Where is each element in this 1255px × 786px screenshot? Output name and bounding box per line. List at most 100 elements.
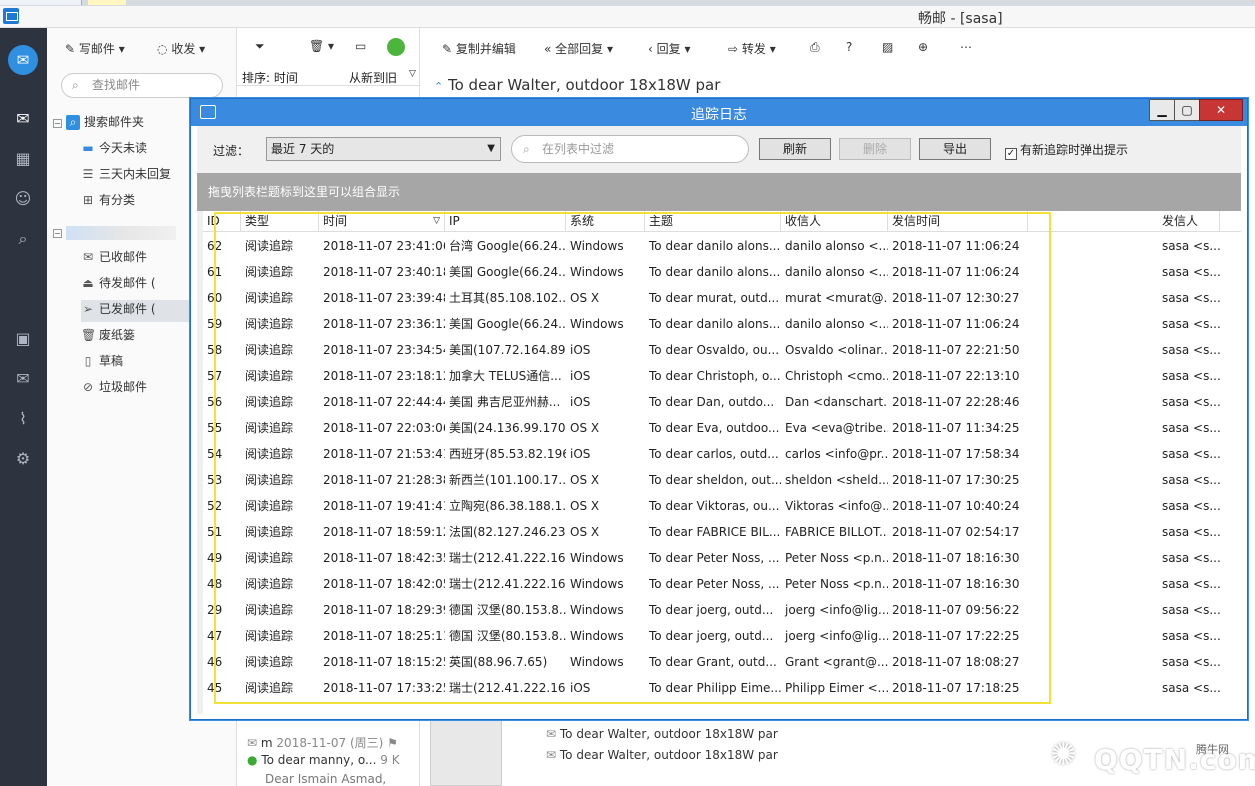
list-filter-input[interactable]: ⌕ 在列表中过滤 [511,135,749,163]
edit-doc-icon: ✎ [442,42,453,56]
collapse-chevron-icon[interactable]: ⌃ [434,80,443,93]
group-by-area[interactable]: 拖曳列表栏题标到这里可以组合显示 [197,173,1241,211]
thread-item[interactable]: ✉ To dear Walter, outdoor 18x18W par [546,727,778,741]
thread-item[interactable]: ✉ To dear Walter, outdoor 18x18W par [546,748,778,762]
compose-icon: ✎ [65,42,76,56]
table-row[interactable]: 61 阅读追踪 2018-11-07 23:40:18 美国 Google(66.24… [203,259,1241,285]
table-row[interactable]: 51 阅读追踪 2018-11-07 18:59:12 法国(82.127.246.2… [203,519,1241,545]
more-icon[interactable]: ⋯ [960,40,972,54]
reply-all-button[interactable]: « 全部回复 ▾ [544,40,613,57]
search-icon[interactable]: ⌕ [12,228,34,250]
table-row[interactable]: 55 阅读追踪 2018-11-07 22:03:06 美国(24.136.99.17… [203,415,1241,441]
mail-filter-icon[interactable]: ✉ [12,368,34,390]
mail-search-input[interactable]: ⌕ 查找邮件 [61,73,223,98]
sort-bar: 排序: 时间 从新到旧 ▽ [237,66,420,86]
header-col-system[interactable]: 系统 [566,211,645,232]
collapse-icon[interactable]: − [53,119,62,128]
table-row[interactable]: 57 阅读追踪 2018-11-07 23:18:12 加拿大 TELUS通信... i… [203,363,1241,389]
col-time: 2018-11-07 19:41:41 [323,499,445,513]
image-icon[interactable]: ▨ [882,40,893,54]
attachment-icon[interactable]: ⌇ [12,408,34,430]
folder-categorized[interactable]: ⊞ 有分类 [81,191,135,213]
search-folder-node[interactable]: − ⌕ 搜索邮件夹 [53,113,144,135]
header-col-id[interactable]: ID [203,211,241,232]
browser-tab-active[interactable] [88,0,126,5]
delete-trash-icon[interactable]: 🗑 ▾ [309,39,334,53]
table-row[interactable]: 56 阅读追踪 2018-11-07 22:44:44 美国 弗吉尼亚州赫... iOS… [203,389,1241,415]
checkbox-checked-icon[interactable]: ✓ [1005,148,1017,160]
folder-unreplied[interactable]: ☰ 三天内未回复 [81,165,171,187]
header-col-sent-time[interactable]: 发信时间 [888,211,1028,232]
compose-button[interactable]: ✎ 写邮件 ▾ [65,40,125,57]
settings-gear-icon[interactable]: ⚙ [12,448,34,470]
sort-order[interactable]: 从新到旧 [349,69,397,86]
table-row[interactable]: 59 阅读追踪 2018-11-07 23:36:12 美国 Google(66.24… [203,311,1241,337]
chat-icon[interactable]: ▭ [355,39,366,53]
send-receive-button[interactable]: ◌ 收发 ▾ [157,40,205,57]
table-row[interactable]: 53 阅读追踪 2018-11-07 21:28:38 新西兰(101.100.17.… [203,467,1241,493]
flag-icon[interactable]: ⚑ [387,736,398,750]
header-col-ip[interactable]: IP [445,211,566,232]
col-sender: sasa <s... [1162,577,1220,591]
help-icon[interactable]: ? [846,40,852,54]
zoom-icon[interactable]: ⊕ [918,40,928,54]
table-row[interactable]: 46 阅读追踪 2018-11-07 18:15:25 英国(88.96.7.65) W… [203,649,1241,675]
dialog-titlebar[interactable]: 追踪日志 ▁ ▢ ✕ [191,99,1247,126]
list-item-subject[interactable]: ● To dear manny, o... 9 K [247,753,400,767]
table-row[interactable]: 52 阅读追踪 2018-11-07 19:41:41 立陶宛(86.38.188.1… [203,493,1241,519]
minimize-button[interactable]: ▁ [1149,99,1175,121]
app-logo-icon[interactable]: ✉ [8,45,38,75]
calendar-icon[interactable]: ▦ [12,148,34,170]
col-recipient: Dan <danschart... [785,395,888,409]
account-node[interactable]: − [53,225,176,247]
table-row[interactable]: 58 阅读追踪 2018-11-07 23:34:54 美国(107.72.164.8… [203,337,1241,363]
contacts-icon[interactable]: ☺ [12,188,34,210]
sort-desc-icon[interactable]: ▽ [433,211,440,232]
table-row[interactable]: 45 阅读追踪 2018-11-07 17:33:25 瑞士(212.41.222.1… [203,675,1241,701]
table-row[interactable]: 29 阅读追踪 2018-11-07 18:29:39 德国 汉堡(80.153.8.… [203,597,1241,623]
export-button[interactable]: 导出 [919,138,991,160]
col-recipient: danilo alonso <... [785,317,888,331]
folder-today-unread[interactable]: ▬ 今天未读 [81,139,147,161]
notify-checkbox[interactable]: ✓ 有新追踪时弹出提示 [1005,141,1128,160]
table-row[interactable]: 54 阅读追踪 2018-11-07 21:53:41 西班牙(85.53.82.19… [203,441,1241,467]
list-item-sender[interactable]: ✉ m 2018-11-07 (周三) ⚑ [247,734,398,751]
browser-tab[interactable] [0,0,82,5]
table-row[interactable]: 47 阅读追踪 2018-11-07 18:25:11 德国 汉堡(80.153.8.… [203,623,1241,649]
table-row[interactable]: 60 阅读追踪 2018-11-07 23:39:48 土耳其(85.108.102.… [203,285,1241,311]
header-col-time[interactable]: 时间 ▽ [319,211,445,232]
forward-button[interactable]: ⇨ 转发 ▾ [728,40,776,57]
folder-inbox[interactable]: ✉ 已收邮件 [81,248,147,270]
filter-icon[interactable]: ⏷ [255,39,265,54]
header-col-sender[interactable]: 发信人 [1158,211,1220,232]
table-row[interactable]: 62 阅读追踪 2018-11-07 23:41:06 台湾 Google(66.24… [203,233,1241,259]
close-button[interactable]: ✕ [1199,99,1243,121]
status-online-icon[interactable] [387,38,405,56]
mail-icon[interactable]: ✉ [12,108,34,130]
folder-trash[interactable]: 🗑 废纸篓 [81,326,135,348]
sort-field[interactable]: 排序: 时间 [242,69,298,86]
header-col-recipient[interactable]: 收信人 [781,211,888,232]
header-col-subject[interactable]: 主题 [645,211,781,232]
header-col-type[interactable]: 类型 [241,211,319,232]
table-row[interactable]: 48 阅读追踪 2018-11-07 18:42:05 瑞士(212.41.222.1… [203,571,1241,597]
folder-drafts[interactable]: ▯ 草稿 [81,352,123,374]
folder-outbox[interactable]: ⏏ 待发邮件 ( [81,274,155,296]
reply-button[interactable]: ‹ 回复 ▾ [648,40,691,57]
delete-button[interactable]: 删除 [839,138,911,160]
table-row[interactable]: 49 阅读追踪 2018-11-07 18:42:35 瑞士(212.41.222.1… [203,545,1241,571]
maximize-button[interactable]: ▢ [1174,99,1200,121]
folder-spam[interactable]: ⊘ 垃圾邮件 [81,378,147,400]
copy-edit-button[interactable]: ✎ 复制并编辑 [442,40,516,57]
col-ip: 美国 Google(66.24... [449,265,566,279]
tracking-log-table: ID 类型 时间 ▽ IP 系统 主题 收信人 发信时间 发信人 62 阅读追踪 2018-11-07… [203,211,1241,714]
sort-dropdown-icon[interactable]: ▽ [409,69,416,79]
filter-range-select[interactable]: 最近 7 天的 ▼ [266,137,501,161]
collapse-icon[interactable]: − [53,229,62,238]
refresh-button[interactable]: 刷新 [759,138,831,160]
folder-sent[interactable]: ➢ 已发邮件 ( [81,300,199,322]
col-sent-time: 2018-11-07 18:16:30 [892,551,1020,565]
print-icon[interactable]: ⎙ [810,40,820,55]
address-book-icon[interactable]: ▣ [12,328,34,350]
app-title: 畅邮 - [sasa] [918,11,1003,27]
